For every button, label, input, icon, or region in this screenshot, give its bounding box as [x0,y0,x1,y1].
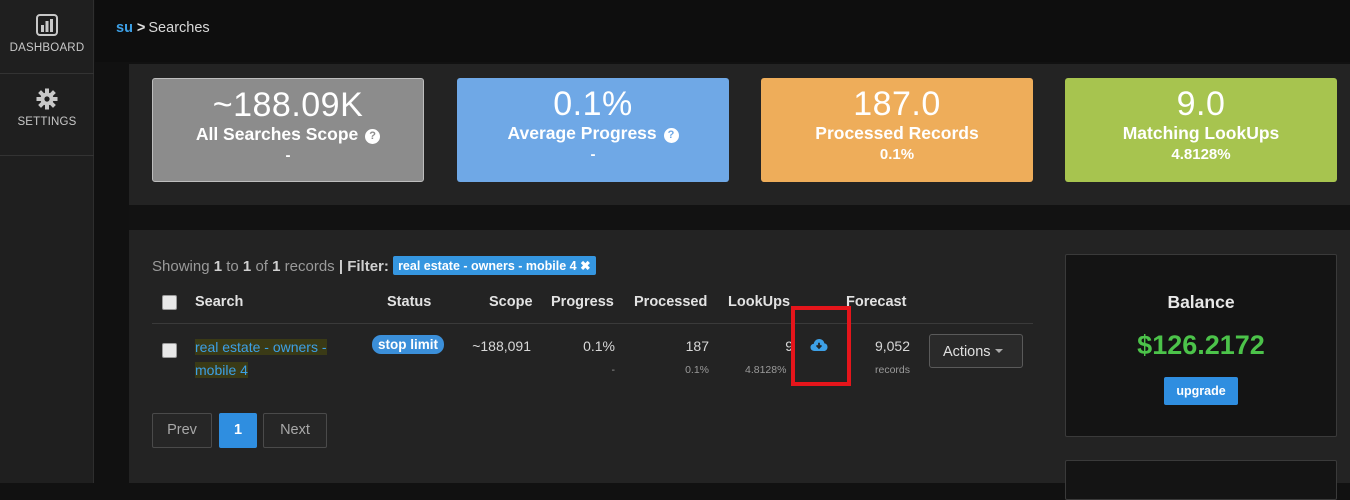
search-name-line: real estate - owners - [195,339,327,355]
stat-sub: 0.1% [879,146,915,163]
column-header-processed[interactable]: Processed [634,294,707,310]
summary-text: to [226,258,239,275]
status-badge: stop limit [372,335,444,354]
breadcrumb-separator: > [136,20,146,36]
secondary-card [1065,460,1337,500]
summary-to: 1 [242,258,252,275]
breadcrumb-root-link[interactable]: su [116,20,133,36]
summary-text: of [255,258,268,275]
row-checkbox[interactable] [162,343,177,358]
stat-label: Matching LookUps [1122,123,1280,143]
table-divider [152,323,1033,324]
search-name-link[interactable]: real estate - owners - mobile 4 [195,336,345,382]
top-bar: su > Searches [95,0,1350,62]
stat-label: Average Progress [507,123,657,143]
balance-amount: $126.2172 [1137,330,1265,360]
stat-sub: 4.8128% [1171,146,1231,163]
stat-card-progress: 0.1% Average Progress ? - [457,78,729,182]
select-all-checkbox[interactable] [162,295,177,310]
caret-down-icon [994,349,1003,353]
actions-label: Actions [943,344,991,360]
sidebar-item-label: DASHBOARD [9,42,85,54]
stat-value: ~188.09K [212,86,364,124]
cloud-download-icon[interactable] [810,338,828,352]
summary-total: 1 [272,258,281,275]
progress-cell: 0.1% [583,338,615,354]
column-header-scope[interactable]: Scope [489,294,533,310]
lookups-cell: 9 [785,338,793,354]
balance-card: Balance $126.2172 upgrade [1065,254,1337,437]
records-summary: Showing 1 to 1 of 1 records | Filter: re… [152,256,596,275]
stat-value: 0.1% [553,85,633,123]
stat-card-lookups: 9.0 Matching LookUps 4.8128% [1065,78,1337,182]
breadcrumb: su > Searches [116,20,210,36]
filter-tag[interactable]: real estate - owners - mobile 4 ✖ [393,256,596,275]
close-icon[interactable]: ✖ [580,259,590,273]
stat-sub: - [590,146,596,163]
forecast-cell: 9,052 [874,338,910,354]
breadcrumb-current: Searches [148,20,210,36]
stat-label: All Searches Scope [195,124,359,144]
processed-cell: 187 [685,338,709,354]
stat-label: Processed Records [815,123,979,143]
column-header-search[interactable]: Search [195,294,243,310]
summary-text: records [284,258,335,275]
sidebar: DASHBOARD SETTINGS [0,0,94,483]
filter-label: Filter: [347,258,389,275]
stat-value: 187.0 [853,85,941,123]
summary-divider: | [338,258,344,275]
summary-from: 1 [213,258,223,275]
prev-page-button[interactable]: Prev [152,413,212,448]
summary-text: Showing [152,258,210,275]
gear-icon [36,88,58,110]
column-header-forecast[interactable]: Forecast [846,294,906,310]
scope-cell: ~188,091 [472,338,531,354]
stat-card-processed: 187.0 Processed Records 0.1% [761,78,1033,182]
column-header-lookups[interactable]: LookUps [728,294,790,310]
stat-sub: - [285,147,291,164]
bar-chart-icon [36,14,58,36]
stat-value: 9.0 [1176,85,1226,123]
balance-title: Balance [1167,292,1235,312]
next-page-button[interactable]: Next [263,413,327,448]
sidebar-item-label: SETTINGS [17,116,77,128]
help-icon[interactable]: ? [365,129,381,144]
actions-dropdown-button[interactable]: Actions [929,334,1023,368]
lookups-sub: 4.8128% [745,364,787,376]
stat-card-scope: ~188.09K All Searches Scope ? - [152,78,424,182]
sidebar-item-settings[interactable]: SETTINGS [0,74,94,156]
panel-gap [129,205,1350,230]
help-icon[interactable]: ? [663,128,679,143]
filter-tag-text: real estate - owners - mobile 4 [398,259,577,273]
sidebar-item-dashboard[interactable]: DASHBOARD [0,0,94,74]
search-name-line: mobile 4 [195,362,248,378]
progress-sub: - [611,364,616,376]
column-header-progress[interactable]: Progress [551,294,614,310]
column-header-status[interactable]: Status [387,294,431,310]
processed-sub: 0.1% [685,364,709,376]
page-1-button[interactable]: 1 [219,413,257,448]
forecast-sub: records [874,364,910,376]
upgrade-button[interactable]: upgrade [1164,377,1238,405]
